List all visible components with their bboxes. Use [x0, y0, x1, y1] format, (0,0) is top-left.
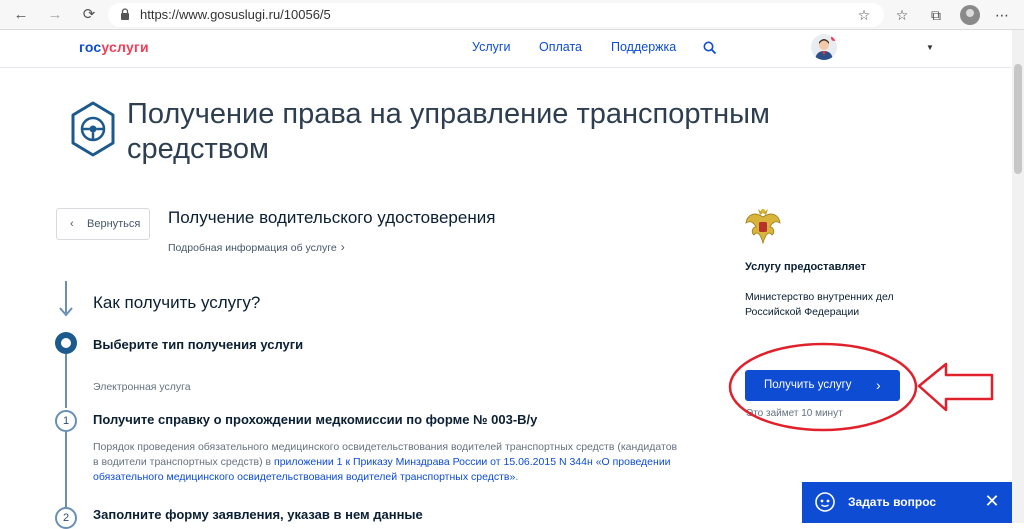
lock-icon [121, 8, 129, 20]
collections-icon[interactable]: ⧉ [926, 5, 946, 25]
steering-wheel-icon [71, 101, 115, 157]
how-title: Как получить услугу? [93, 293, 261, 312]
chevron-left-icon: ‹ [70, 218, 74, 230]
address-bar[interactable]: https://www.gosuslugi.ru/10056/5 ☆ [108, 3, 884, 27]
scrollbar[interactable] [1012, 30, 1024, 523]
nav-link-support[interactable]: Поддержка [611, 40, 676, 54]
step-number-1: 1 [55, 410, 77, 432]
favorites-icon[interactable]: ☆ [892, 5, 912, 25]
profile-icon[interactable] [960, 5, 980, 25]
forward-arrow-icon[interactable]: → [44, 4, 66, 26]
back-button-label: Вернуться [87, 218, 141, 230]
notification-dot [831, 35, 837, 41]
step-active-marker [55, 332, 77, 354]
chat-robot-icon [815, 492, 835, 512]
timeline-line-mid [65, 354, 67, 408]
logo-part-1: гос [79, 39, 102, 55]
mvd-emblem-icon [745, 209, 781, 245]
annotation-overlay [728, 342, 994, 432]
page-title: Получение права на управление транспортн… [127, 98, 770, 165]
step-medical-text-end: . [515, 471, 519, 483]
more-icon[interactable]: ⋯ [992, 5, 1012, 25]
annotation-ellipse [728, 342, 918, 432]
service-subtitle: Получение водительского удостоверения [168, 208, 496, 227]
step-medical-title: Получите справку о прохождении медкомисс… [93, 412, 538, 427]
step-choose-type-title: Выберите тип получения услуги [93, 337, 304, 352]
step-medical-description: Порядок проведения обязательного медицин… [93, 440, 683, 485]
scroll-thumb[interactable] [1014, 64, 1022, 174]
back-arrow-icon[interactable]: ← [10, 4, 32, 26]
site-header: госуслуги Услуги Оплата Поддержка ▼ [0, 30, 1012, 68]
details-link[interactable]: Подробная информация об услуге › [168, 240, 345, 254]
provider-label: Услугу предоставляет [745, 261, 867, 273]
star-icon[interactable]: ☆ [854, 5, 874, 25]
nav-link-services[interactable]: Услуги [472, 40, 510, 54]
gosuslugi-logo[interactable]: госуслуги [79, 39, 149, 55]
step-number-2: 2 [55, 507, 77, 529]
ask-question-widget[interactable]: Задать вопрос ✕ [802, 482, 1012, 523]
timeline-line-bottom [65, 432, 67, 508]
step-form-title: Заполните форму заявления, указав в нем … [93, 507, 423, 522]
annotation-arrow [917, 362, 994, 412]
chevron-down-icon[interactable]: ▼ [926, 43, 934, 52]
url-text[interactable]: https://www.gosuslugi.ru/10056/5 [140, 7, 331, 22]
chevron-right-icon: › [340, 240, 345, 254]
close-icon[interactable]: ✕ [982, 490, 1002, 512]
browser-toolbar: ← → ⟳ https://www.gosuslugi.ru/10056/5 ☆… [0, 0, 1024, 30]
nav-link-payment[interactable]: Оплата [539, 40, 582, 54]
provider-name: Министерство внутренних дел Российской Ф… [745, 291, 894, 318]
details-link-label[interactable]: Подробная информация об услуге [168, 242, 337, 254]
step-choose-type-value: Электронная услуга [93, 381, 191, 393]
timeline-arrow-icon [59, 307, 73, 317]
ask-question-label: Задать вопрос [848, 495, 937, 509]
user-avatar[interactable] [811, 34, 837, 60]
logo-part-2: услуги [101, 39, 149, 55]
back-button[interactable]: ‹ Вернуться [56, 208, 150, 240]
refresh-icon[interactable]: ⟳ [78, 4, 100, 26]
search-icon[interactable] [703, 41, 717, 55]
